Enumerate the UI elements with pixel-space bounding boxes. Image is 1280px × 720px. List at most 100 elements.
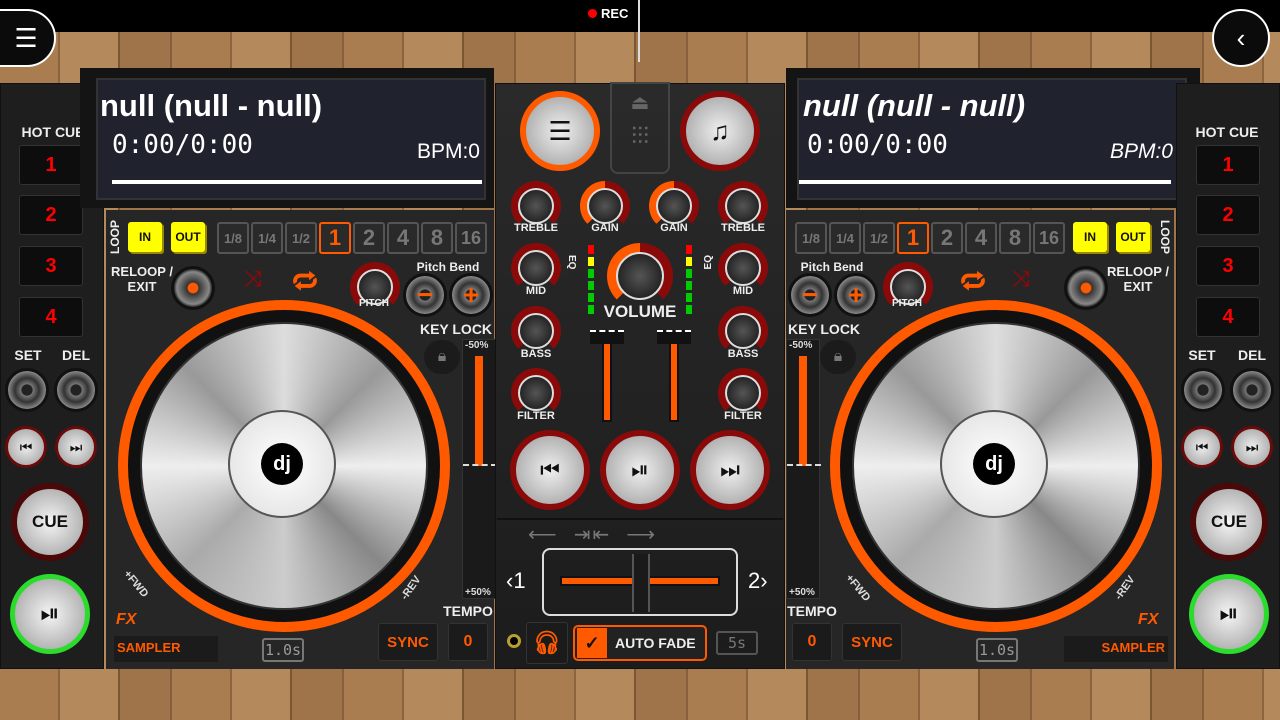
loop-size-button[interactable]: 1/8	[795, 222, 827, 254]
brake-time-display[interactable]: 1.0s	[262, 638, 304, 662]
knob-cap	[656, 188, 692, 224]
right-tempo-slider[interactable]: -50% +50%	[786, 339, 821, 599]
sampler-button[interactable]: SAMPLER	[114, 636, 218, 662]
hot-cue-4-button[interactable]: 4	[1196, 297, 1260, 337]
loop-label: LOOP	[108, 220, 122, 255]
sampler-button[interactable]: SAMPLER	[1064, 636, 1168, 662]
sync-button[interactable]: SYNC	[378, 623, 438, 661]
fx-button[interactable]: FX	[1138, 611, 1158, 629]
delete-cue-button[interactable]	[1230, 368, 1274, 412]
next-cue-button[interactable]: ⏭	[55, 426, 97, 468]
progress-bar[interactable]	[112, 180, 482, 184]
mixer-toggle-button[interactable]: ⏏ ⫶⫶⫶	[610, 82, 670, 174]
crossfader[interactable]	[542, 548, 738, 616]
loop-size-button[interactable]: 1/4	[251, 222, 283, 254]
next-cue-button[interactable]: ⏭	[1231, 426, 1273, 468]
fx-button[interactable]: FX	[116, 611, 136, 629]
cue-button[interactable]: CUE	[1190, 483, 1268, 561]
loop-size-button-active[interactable]: 1	[897, 222, 929, 254]
play-pause-icon: ⏯	[40, 600, 60, 627]
crossfader-deck2-label: 2›	[748, 568, 768, 593]
loop-size-button[interactable]: 4	[387, 222, 419, 254]
loop-size-button[interactable]: 4	[965, 222, 997, 254]
tempo-slider-handle[interactable]	[463, 464, 497, 474]
hot-cue-2-button[interactable]: 2	[19, 195, 83, 235]
del-label: DEL	[1238, 347, 1266, 363]
key-lock-button[interactable]: 🔒︎	[424, 340, 460, 374]
track-title: null (null - null)	[803, 88, 1026, 123]
right-playlist-button[interactable]: ♫	[680, 91, 760, 171]
delete-cue-button[interactable]	[54, 368, 98, 412]
pitch-bend-minus-button[interactable]: −	[788, 273, 832, 317]
hot-cue-1-button[interactable]: 1	[1196, 145, 1260, 185]
mixer-previous-button[interactable]: ⏮	[510, 430, 590, 510]
tempo-slider-handle[interactable]	[787, 464, 821, 474]
tempo-label: TEMPO	[787, 603, 837, 619]
loop-size-button[interactable]: 2	[931, 222, 963, 254]
volume-label: VOLUME	[603, 302, 677, 321]
loop-size-button-active[interactable]: 1	[319, 222, 351, 254]
loop-in-button[interactable]: IN	[1073, 222, 1107, 252]
left-tempo-slider[interactable]: -50% +50%	[462, 339, 497, 599]
left-jog-wheel[interactable]: dj	[118, 300, 450, 632]
sync-button[interactable]: SYNC	[842, 623, 902, 661]
right-channel-fader[interactable]	[657, 330, 691, 422]
tempo-reset-button[interactable]: 0	[448, 623, 488, 661]
loop-size-button[interactable]: 1/4	[829, 222, 861, 254]
skip-back-icon: ⏮	[1195, 438, 1209, 455]
back-button[interactable]: ‹	[1212, 9, 1270, 67]
key-lock-button[interactable]: 🔒︎	[820, 340, 856, 374]
loop-out-button[interactable]: OUT	[1116, 222, 1150, 252]
headphone-cue-button[interactable]: 🎧︎	[526, 622, 568, 664]
fader-handle[interactable]	[590, 330, 624, 344]
deck-play-pause-button[interactable]: ⏯	[1189, 574, 1269, 654]
left-channel-fader[interactable]	[590, 330, 624, 422]
right-jog-wheel[interactable]: dj	[830, 300, 1162, 632]
deck-play-pause-button[interactable]: ⏯	[10, 574, 90, 654]
left-playlist-button[interactable]: ☰	[520, 91, 600, 171]
set-cue-button[interactable]	[5, 368, 49, 412]
loop-size-button[interactable]: 8	[421, 222, 453, 254]
loop-size-button[interactable]: 1/2	[863, 222, 895, 254]
auto-fade-toggle[interactable]: ✓ AUTO FADE	[573, 625, 707, 661]
menu-button[interactable]: ☰	[0, 9, 56, 67]
hot-cue-4-button[interactable]: 4	[19, 297, 83, 337]
loop-size-button[interactable]: 8	[999, 222, 1031, 254]
previous-cue-button[interactable]: ⏮	[5, 426, 47, 468]
record-button[interactable]: REC	[588, 6, 628, 21]
pitch-bend-plus-button[interactable]: +	[834, 273, 878, 317]
set-cue-button[interactable]	[1181, 368, 1225, 412]
loop-size-button[interactable]: 1/2	[285, 222, 317, 254]
tempo-min-label: -50%	[789, 340, 813, 351]
progress-bar[interactable]	[799, 180, 1171, 184]
loop-size-button[interactable]: 16	[455, 222, 487, 254]
left-vu-meter	[588, 245, 594, 314]
crossfader-handle[interactable]	[632, 554, 650, 612]
shuffle-icon[interactable]: ⤨	[1012, 266, 1030, 292]
master-volume-knob[interactable]	[607, 243, 673, 309]
repeat-icon[interactable]: 🔁︎	[960, 262, 986, 300]
repeat-icon[interactable]: 🔁︎	[292, 262, 318, 300]
reloop-exit-button[interactable]	[171, 266, 215, 310]
pitch-bend-plus-button[interactable]: +	[449, 273, 493, 317]
loop-out-button[interactable]: OUT	[171, 222, 205, 252]
loop-size-button[interactable]: 2	[353, 222, 385, 254]
loop-size-button[interactable]: 1/8	[217, 222, 249, 254]
hot-cue-2-button[interactable]: 2	[1196, 195, 1260, 235]
reloop-exit-button[interactable]	[1064, 266, 1108, 310]
mixer-next-button[interactable]: ⏭	[690, 430, 770, 510]
hot-cue-1-button[interactable]: 1	[19, 145, 83, 185]
tempo-reset-button[interactable]: 0	[792, 623, 832, 661]
mixer-play-pause-button[interactable]: ⏯	[600, 430, 680, 510]
hot-cue-3-button[interactable]: 3	[19, 246, 83, 286]
shuffle-icon[interactable]: ⤨	[244, 266, 262, 292]
auto-fade-time-button[interactable]: 5s	[716, 631, 758, 655]
cue-button[interactable]: CUE	[11, 483, 89, 561]
brake-time-display[interactable]: 1.0s	[976, 638, 1018, 662]
hot-cue-3-button[interactable]: 3	[1196, 246, 1260, 286]
fader-handle[interactable]	[657, 330, 691, 344]
loop-size-button[interactable]: 16	[1033, 222, 1065, 254]
loop-in-button[interactable]: IN	[128, 222, 162, 252]
pitch-bend-minus-button[interactable]: −	[403, 273, 447, 317]
previous-cue-button[interactable]: ⏮	[1181, 426, 1223, 468]
